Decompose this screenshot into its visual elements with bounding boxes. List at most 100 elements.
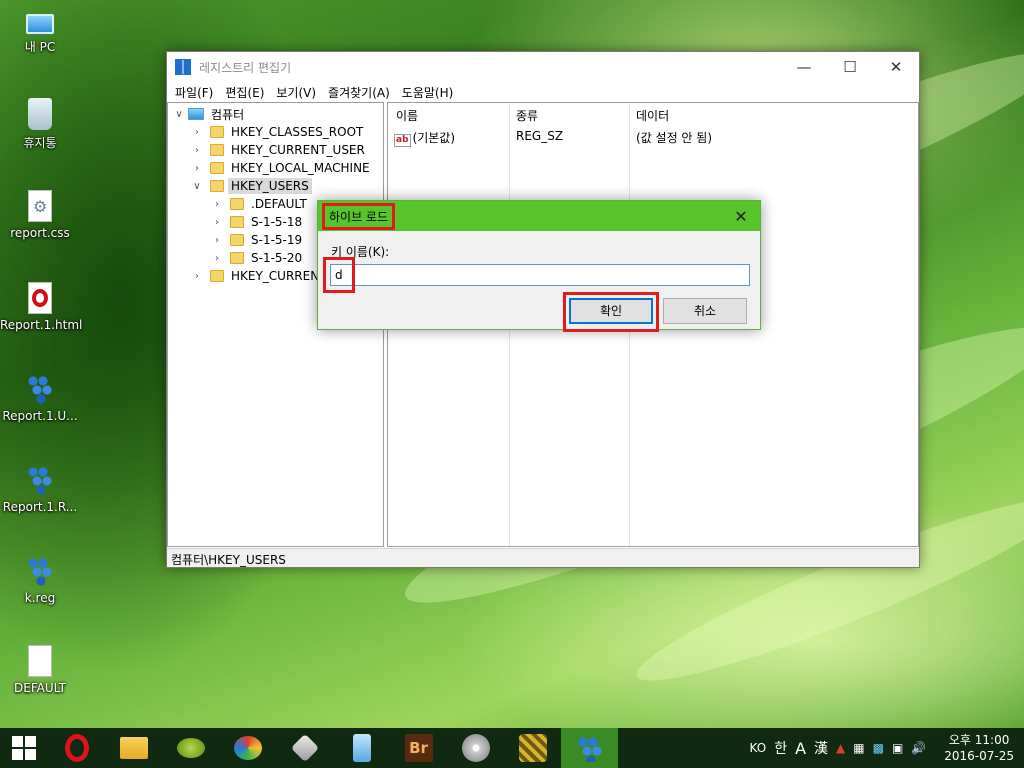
- tree-item-computer[interactable]: ∨ 컴퓨터: [172, 105, 247, 123]
- desktop-icon-label: Report.1.R...: [2, 500, 78, 514]
- column-name[interactable]: 이름: [396, 107, 418, 124]
- desktop-icon-recycle-bin[interactable]: 휴지통: [0, 98, 80, 151]
- archive-app-icon: [518, 734, 547, 762]
- chevron-right-icon[interactable]: ›: [210, 217, 224, 228]
- value-name-cell: ab (기본값): [394, 129, 455, 147]
- tree-item-hklm[interactable]: › HKEY_LOCAL_MACHINE: [190, 159, 373, 177]
- desktop-icon-k-reg[interactable]: k.reg: [0, 555, 80, 605]
- desktop-icon-report-r[interactable]: Report.1.R...: [0, 464, 80, 514]
- ime-hangul[interactable]: 한: [770, 738, 791, 758]
- clock-time: 오후 11:00: [948, 733, 1010, 747]
- ime-mode[interactable]: A: [791, 739, 810, 758]
- dialog-title: 하이브 로드: [322, 202, 396, 230]
- taskbar-file-explorer[interactable]: [105, 728, 162, 768]
- key-name-input[interactable]: [330, 264, 750, 286]
- menu-help[interactable]: 도움말(H): [396, 84, 460, 101]
- registry-file-icon: [27, 373, 53, 405]
- close-button[interactable]: ✕: [873, 52, 919, 82]
- folder-icon: [210, 162, 224, 174]
- tree-item-hkcr[interactable]: › HKEY_CLASSES_ROOT: [190, 123, 366, 141]
- maximize-button[interactable]: ☐: [827, 52, 873, 82]
- taskbar-tools-app[interactable]: [276, 728, 333, 768]
- tree-item-s-1-5-19[interactable]: › S-1-5-19: [210, 231, 305, 249]
- display-icon[interactable]: ▣: [888, 741, 907, 755]
- menu-bar: 파일(F) 편집(E) 보기(V) 즐겨찾기(A) 도움말(H): [167, 82, 919, 102]
- menu-favorites[interactable]: 즐겨찾기(A): [322, 84, 396, 101]
- language-indicator[interactable]: KO: [746, 741, 771, 755]
- registry-file-icon: [27, 555, 53, 587]
- network-icon[interactable]: ▦: [849, 741, 868, 755]
- desktop-icon-label: Report.1.U...: [2, 409, 78, 423]
- taskbar-disk-app[interactable]: [219, 728, 276, 768]
- tree-item-hku[interactable]: ∨ HKEY_USERS: [190, 177, 312, 195]
- ime-hanja[interactable]: 漢: [810, 738, 832, 758]
- blank-file-icon: [28, 645, 52, 677]
- disk-app-icon: [233, 736, 262, 760]
- tree-item-hkcu[interactable]: › HKEY_CURRENT_USER: [190, 141, 368, 159]
- cancel-button[interactable]: 취소: [663, 298, 747, 324]
- start-button[interactable]: [0, 728, 48, 768]
- file-explorer-icon: [119, 737, 148, 759]
- menu-view[interactable]: 보기(V): [270, 84, 322, 101]
- taskbar-clock[interactable]: 오후 11:00 2016-07-25: [930, 732, 1024, 764]
- taskbar-opera[interactable]: [48, 728, 105, 768]
- folder-icon: [230, 216, 244, 228]
- folder-icon: [210, 270, 224, 282]
- chevron-right-icon[interactable]: ›: [210, 199, 224, 210]
- chevron-down-icon[interactable]: ∨: [190, 181, 204, 192]
- chevron-right-icon[interactable]: ›: [190, 163, 204, 174]
- column-type[interactable]: 종류: [516, 107, 538, 124]
- color-app-icon[interactable]: ▩: [869, 741, 888, 755]
- chevron-down-icon[interactable]: ∨: [172, 109, 186, 120]
- desktop-icon-report-u[interactable]: Report.1.U...: [0, 373, 80, 423]
- value-name: (기본값): [412, 131, 455, 145]
- window-titlebar[interactable]: 레지스트리 편집기 — ☐ ✕: [167, 52, 919, 82]
- dialog-close-button[interactable]: ✕: [726, 201, 756, 231]
- tree-item-label: HKEY_CLASSES_ROOT: [231, 125, 364, 139]
- menu-file[interactable]: 파일(F): [169, 84, 219, 101]
- menu-edit[interactable]: 편집(E): [219, 84, 270, 101]
- taskbar-installer[interactable]: [447, 728, 504, 768]
- taskbar-regedit[interactable]: [561, 728, 618, 768]
- tree-item-default[interactable]: › .DEFAULT: [210, 195, 310, 213]
- tree-item-label: S-1-5-18: [251, 215, 303, 229]
- tray-app-icon[interactable]: ▲: [832, 741, 849, 755]
- minimize-button[interactable]: —: [781, 52, 827, 82]
- chevron-right-icon[interactable]: ›: [210, 235, 224, 246]
- desktop-icon-report-css[interactable]: report.css: [0, 190, 80, 240]
- taskbar-olive-app[interactable]: [162, 728, 219, 768]
- taskbar: Br KO 한 A 漢 ▲ ▦ ▩ ▣ 🔊 오후 11:00 2016-07-2…: [0, 728, 1024, 768]
- olive-app-icon: [176, 738, 205, 758]
- tree-item-label: S-1-5-20: [251, 251, 303, 265]
- folder-icon: [230, 252, 244, 264]
- taskbar-bridge[interactable]: Br: [390, 728, 447, 768]
- tree-item-s-1-5-18[interactable]: › S-1-5-18: [210, 213, 305, 231]
- chevron-right-icon[interactable]: ›: [190, 271, 204, 282]
- taskbar-archive-app[interactable]: [504, 728, 561, 768]
- chevron-right-icon[interactable]: ›: [210, 253, 224, 264]
- value-row[interactable]: ab (기본값) REG_SZ (값 설정 안 됨): [388, 129, 918, 147]
- ok-button[interactable]: 확인: [569, 298, 653, 324]
- opera-icon: [64, 734, 89, 762]
- folder-icon: [230, 198, 244, 210]
- phone-app-icon: [352, 734, 371, 762]
- desktop-icon-report-html[interactable]: Report.1.html: [0, 282, 82, 332]
- taskbar-phone-app[interactable]: [333, 728, 390, 768]
- chevron-right-icon[interactable]: ›: [190, 127, 204, 138]
- load-hive-dialog: 하이브 로드 ✕ 키 이름(K): 확인 취소: [317, 200, 761, 332]
- desktop-icon-label: k.reg: [24, 591, 56, 605]
- opera-html-icon: [28, 282, 52, 314]
- chevron-right-icon[interactable]: ›: [190, 145, 204, 156]
- desktop-icon-default[interactable]: DEFAULT: [0, 645, 80, 695]
- status-bar: 컴퓨터\HKEY_USERS: [167, 548, 919, 567]
- window-title: 레지스트리 편집기: [199, 60, 292, 75]
- dialog-titlebar[interactable]: 하이브 로드 ✕: [318, 201, 760, 231]
- tree-item-label: .DEFAULT: [251, 197, 307, 211]
- folder-icon: [210, 126, 224, 138]
- desktop-icon-my-pc[interactable]: 내 PC: [0, 8, 80, 55]
- tree-item-hkcc[interactable]: › HKEY_CURRENT_: [190, 267, 336, 285]
- tree-item-s-1-5-20[interactable]: › S-1-5-20: [210, 249, 305, 267]
- desktop-icon-label: 내 PC: [24, 40, 56, 54]
- column-data[interactable]: 데이터: [636, 107, 669, 124]
- volume-icon[interactable]: 🔊: [907, 741, 930, 755]
